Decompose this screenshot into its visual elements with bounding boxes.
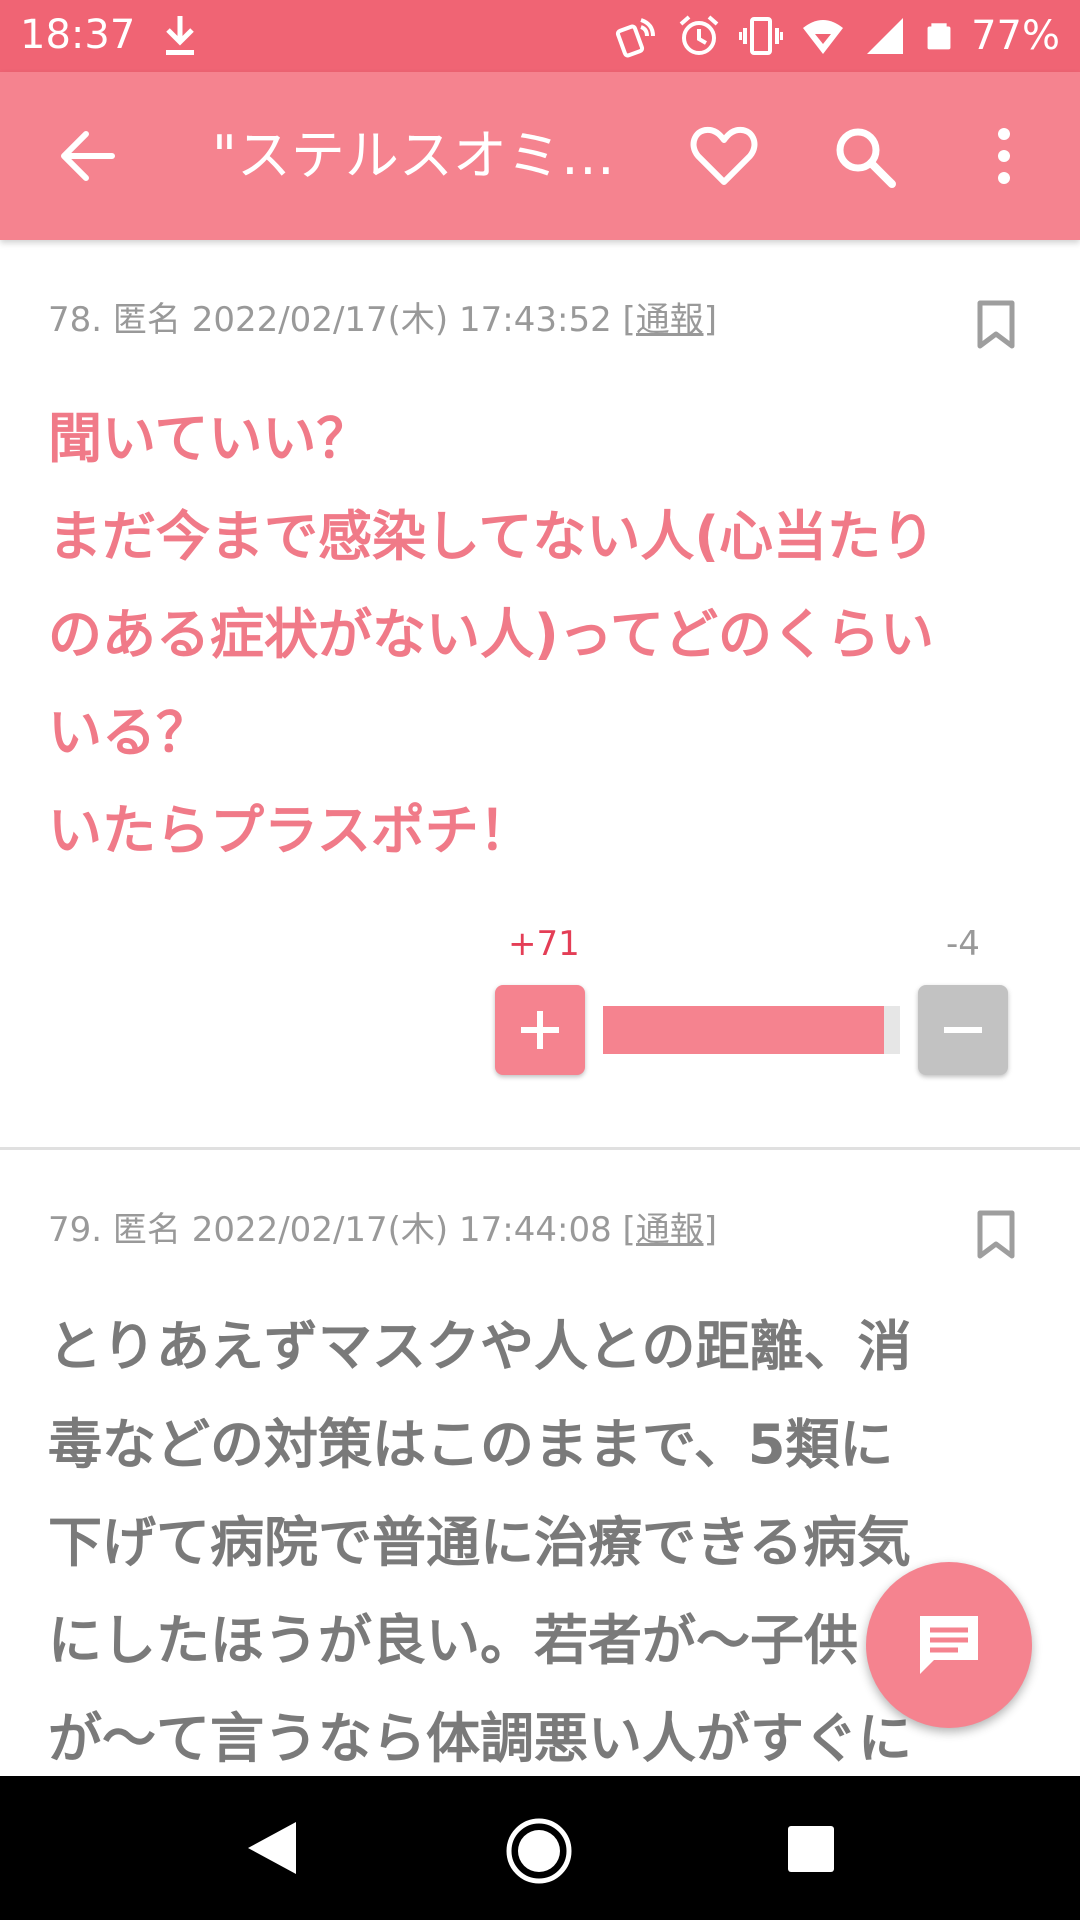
bookmark-icon[interactable] — [976, 1210, 1016, 1260]
minus-icon — [944, 1027, 982, 1033]
comment-date: 2022/02/17(木) 17:44:08 — [191, 1210, 612, 1250]
nav-back-icon[interactable] — [240, 1816, 304, 1880]
comment-author: 匿名 — [112, 1210, 181, 1250]
status-icons: 77% — [615, 12, 1060, 60]
message-icon — [920, 1616, 978, 1674]
minus-vote-count: -4 — [946, 924, 980, 964]
app-bar: "ステルスオミクロン" — [0, 72, 1080, 240]
comment-number: 79. — [48, 1210, 103, 1250]
comment-line: 毒などの対策はこのままで、5類に — [48, 1413, 894, 1476]
comment-body: 聞いていい？ まだ今まで感染してない人(心当たり のある症状がない人)ってどのく… — [48, 390, 1038, 880]
comment-line: まだ今まで感染してない人(心当たり — [48, 505, 936, 568]
minus-vote-button[interactable] — [918, 985, 1008, 1075]
more-options-icon[interactable] — [984, 120, 1024, 192]
report-link[interactable]: [通報] — [623, 300, 718, 340]
page-title: "ステルスオミクロン" — [212, 124, 642, 187]
comment-line: いたらプラスポチ！ — [48, 799, 533, 862]
comment-author: 匿名 — [112, 300, 181, 340]
status-bar: 18:37 77% — [0, 0, 1080, 72]
favorite-heart-icon[interactable] — [688, 120, 760, 192]
nav-recent-apps-icon[interactable] — [786, 1824, 836, 1874]
comment-line: 下げて病院で普通に治療できる病気 — [48, 1511, 911, 1574]
bookmark-icon[interactable] — [976, 300, 1016, 350]
status-time: 18:37 — [20, 12, 136, 58]
comment-line: が〜て言うなら体調悪い人がすぐに — [48, 1707, 912, 1770]
system-nav-bar — [0, 1776, 1080, 1920]
back-arrow-icon[interactable] — [52, 120, 124, 192]
comment-fab-button[interactable] — [866, 1562, 1032, 1728]
plus-icon — [521, 1011, 559, 1049]
vibrate-icon — [739, 17, 784, 55]
battery-icon — [927, 23, 951, 50]
plus-vote-button[interactable] — [495, 985, 585, 1075]
report-link[interactable]: [通報] — [623, 1210, 718, 1250]
search-icon[interactable] — [828, 120, 900, 192]
comment-line: いる？ — [48, 701, 210, 764]
comment-date: 2022/02/17(木) 17:43:52 — [191, 300, 612, 340]
signal-icon — [867, 18, 904, 54]
comment-body: とりあえずマスクや人との距離、消 毒などの対策はこのままで、5類に 下げて病院で… — [48, 1298, 1038, 1788]
comment-meta: 79. 匿名 2022/02/17(木) 17:44:08 [通報] — [48, 1202, 717, 1251]
comment-line: とりあえずマスクや人との距離、消 — [48, 1315, 912, 1378]
vote-ratio-fill — [603, 1006, 885, 1054]
vote-ratio-bar — [603, 1006, 900, 1054]
alarm-icon — [679, 15, 719, 55]
nfc-icon — [616, 18, 656, 58]
comment-divider — [0, 1147, 1080, 1150]
comment-line: のある症状がない人)ってどのくらい — [48, 603, 934, 666]
comment-number: 78. — [48, 300, 103, 340]
comment-meta: 78. 匿名 2022/02/17(木) 17:43:52 [通報] — [48, 292, 717, 341]
plus-vote-count: +71 — [508, 924, 580, 964]
comment-line: 聞いていい？ — [48, 407, 371, 470]
battery-percent: 77% — [971, 13, 1060, 59]
download-icon — [166, 16, 194, 55]
wifi-icon — [803, 20, 844, 54]
nav-home-icon[interactable] — [504, 1816, 574, 1886]
